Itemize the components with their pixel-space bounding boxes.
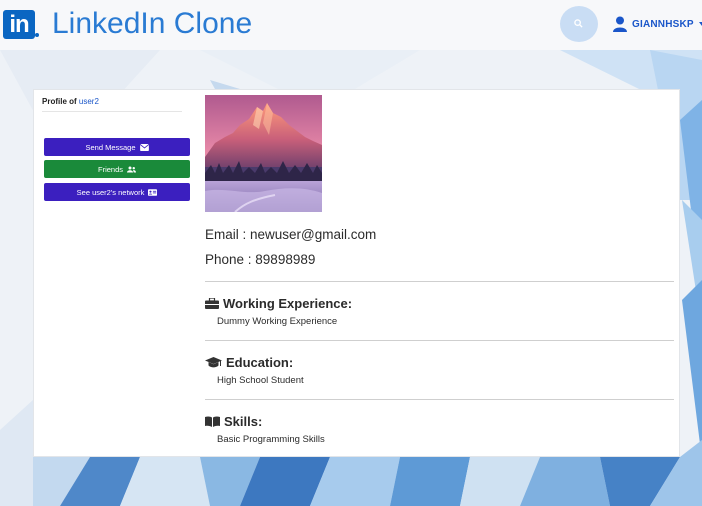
envelope-icon — [139, 143, 149, 151]
education-text: High School Student — [217, 375, 304, 386]
profile-label: Profile of — [42, 97, 77, 106]
divider — [205, 340, 674, 341]
book-icon — [205, 416, 220, 427]
user-menu[interactable]: GIANNHSKP — [613, 14, 702, 34]
profile-username[interactable]: user2 — [79, 97, 99, 106]
skills-text: Basic Programming Skills — [217, 434, 325, 445]
friends-label: Friends — [97, 164, 123, 174]
profile-card: Profile of user2 Send Message Friends Se… — [33, 89, 680, 457]
send-message-button[interactable]: Send Message — [44, 138, 190, 156]
search-button[interactable] — [560, 6, 598, 42]
profile-heading: Profile of user2 — [42, 97, 182, 112]
education-heading: Education: — [205, 355, 293, 370]
graduation-cap-icon — [205, 357, 222, 368]
user-name: GIANNHSKP — [632, 18, 694, 30]
working-experience-text: Dummy Working Experience — [217, 316, 338, 327]
divider — [205, 399, 674, 400]
send-message-label: Send Message — [85, 142, 136, 152]
users-icon — [127, 166, 136, 172]
education-title: Education: — [226, 355, 294, 370]
working-experience-title: Working Experience: — [223, 296, 353, 311]
brand-title[interactable]: LinkedIn Clone — [52, 6, 252, 42]
search-icon — [574, 19, 583, 28]
linkedin-logo[interactable]: in — [3, 10, 35, 39]
logo-dot — [35, 33, 39, 37]
profile-picture — [205, 95, 322, 212]
id-card-icon — [148, 188, 158, 196]
skills-title: Skills: — [224, 414, 263, 429]
email-text: Email : newuser@gmail.com — [205, 227, 377, 242]
divider — [205, 281, 674, 282]
skills-heading: Skills: — [205, 414, 262, 429]
briefcase-icon — [205, 298, 219, 309]
phone-text: Phone : 89898989 — [205, 252, 316, 267]
top-navbar: in LinkedIn Clone GIANNHSKP — [0, 0, 702, 50]
user-icon — [613, 16, 627, 32]
see-network-label: See user2's network — [76, 187, 145, 197]
working-experience-heading: Working Experience: — [205, 296, 352, 311]
friends-button[interactable]: Friends — [44, 160, 190, 178]
see-network-button[interactable]: See user2's network — [44, 183, 190, 201]
